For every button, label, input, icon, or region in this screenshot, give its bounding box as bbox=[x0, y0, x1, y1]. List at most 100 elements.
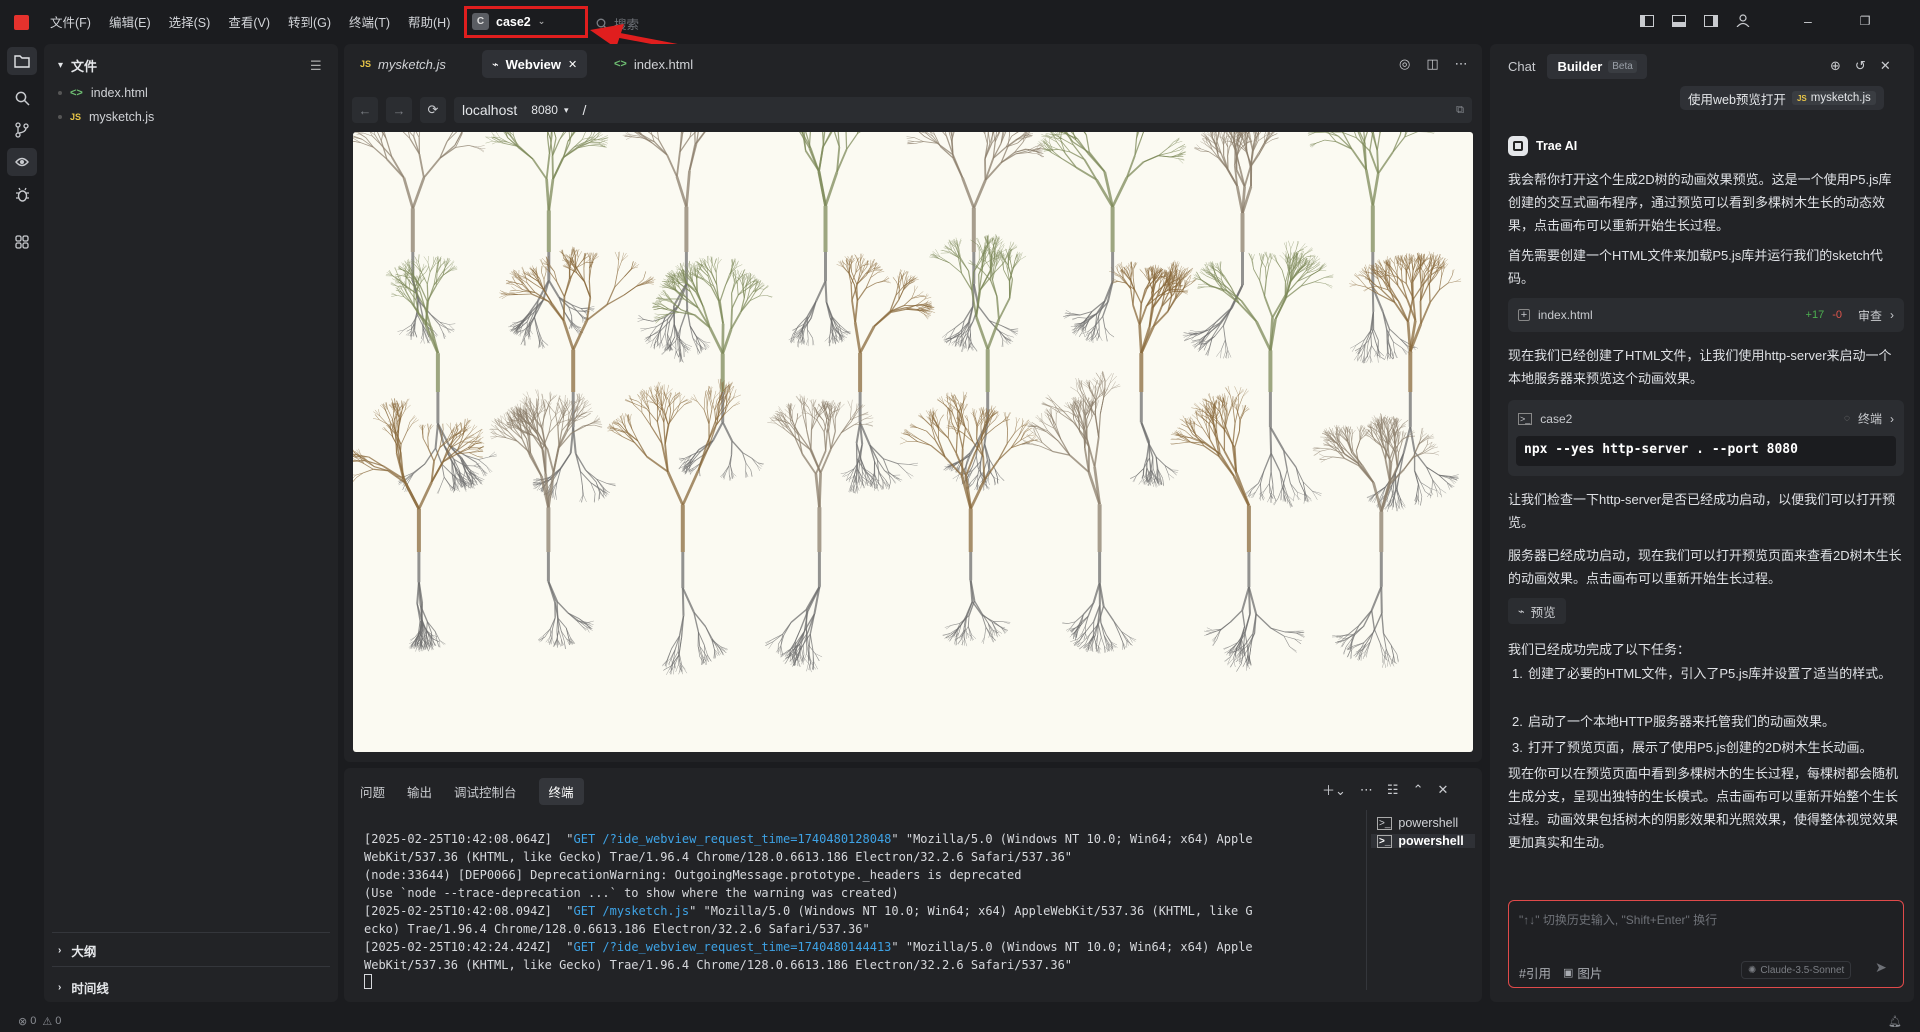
chevron-right-icon: › bbox=[1890, 308, 1894, 322]
chevron-right-icon: › bbox=[58, 982, 62, 993]
tab-problems[interactable]: 问题 bbox=[360, 782, 385, 801]
preview-button[interactable]: ⌁ 预览 bbox=[1508, 598, 1566, 624]
terminal-panel: 问题 输出 调试控制台 终端 ＋⌄ ⋯ ☷ ⌃ ✕ [2025-02-25T10… bbox=[344, 768, 1482, 1002]
new-chat-icon[interactable]: ⊕ bbox=[1830, 58, 1841, 74]
chat-input-box[interactable]: "↑↓" 切换历史输入, "Shift+Enter" 换行 #引用 ▣ 图片 ✺… bbox=[1508, 900, 1904, 988]
toggle-sidebar-icon[interactable] bbox=[1640, 14, 1654, 27]
panel-layout-icon[interactable]: ☷ bbox=[1387, 782, 1399, 798]
tab-terminal[interactable]: 终端 bbox=[538, 778, 584, 805]
restore-icon[interactable]: ❐ bbox=[1860, 14, 1871, 28]
terminal-item[interactable]: >_ powershell bbox=[1377, 816, 1458, 830]
terminal-line: WebKit/537.36 (KHTML, like Gecko) Trae/1… bbox=[364, 850, 1073, 864]
tab-output[interactable]: 输出 bbox=[407, 782, 432, 801]
user-message: 使用web预览打开 JS mysketch.js bbox=[1680, 86, 1884, 110]
more-icon[interactable]: ⋯ bbox=[1360, 782, 1373, 798]
reference-button[interactable]: #引用 bbox=[1519, 963, 1551, 982]
send-icon[interactable]: ➤ bbox=[1875, 959, 1887, 976]
js-file-icon: JS bbox=[1796, 93, 1807, 103]
ai-message-p3: 现在我们已经创建了HTML文件，让我们使用http-server来启动一个本地服… bbox=[1508, 348, 1892, 386]
tab-webview[interactable]: ⌁ Webview ✕ bbox=[482, 50, 588, 78]
close-chat-icon[interactable]: ✕ bbox=[1880, 58, 1891, 74]
close-panel-icon[interactable]: ✕ bbox=[1437, 782, 1448, 798]
terminal-item[interactable]: >_ powershell bbox=[1371, 834, 1475, 848]
chat-input-placeholder: "↑↓" 切换历史输入, "Shift+Enter" 换行 bbox=[1519, 913, 1718, 927]
tree-canvas-drawing bbox=[353, 132, 1462, 676]
model-select[interactable]: ✺ Claude-3.5-Sonnet bbox=[1741, 961, 1852, 979]
forward-icon[interactable]: → bbox=[386, 97, 412, 123]
minimize-icon[interactable]: – bbox=[1804, 13, 1812, 29]
menu-goto[interactable]: 转到(G) bbox=[288, 12, 331, 31]
status-bar: ⊗ 0 ⚠ 0 🔔︎ bbox=[0, 1010, 1920, 1032]
extensions-icon[interactable] bbox=[7, 228, 37, 256]
ai-message-p6: 我们已经成功完成了以下任务： bbox=[1508, 642, 1691, 657]
chat-panel: Chat Builder Beta ⊕ ↺ ✕ 使用web预览打开 JS mys… bbox=[1490, 44, 1914, 1002]
chevron-right-icon: › bbox=[58, 945, 62, 956]
menu-help[interactable]: 帮助(H) bbox=[408, 12, 450, 31]
reload-icon[interactable]: ⟳ bbox=[420, 97, 446, 123]
menu-edit[interactable]: 编辑(E) bbox=[109, 12, 151, 31]
maximize-panel-icon[interactable]: ⌃ bbox=[1413, 782, 1424, 798]
port-select[interactable]: 8080 ▾ bbox=[531, 103, 568, 117]
account-icon[interactable] bbox=[1736, 14, 1750, 27]
source-control-icon[interactable] bbox=[7, 116, 37, 144]
debug-icon[interactable] bbox=[7, 180, 37, 208]
notification-bell-icon[interactable]: 🔔︎ bbox=[1888, 1015, 1902, 1028]
error-icon: ⊗ bbox=[18, 1015, 28, 1028]
explorer-title: 文件 bbox=[71, 59, 98, 74]
review-button[interactable]: 审查 bbox=[1858, 307, 1882, 324]
toggle-panel-icon[interactable] bbox=[1672, 14, 1686, 27]
list-options-icon[interactable]: ☰ bbox=[310, 58, 322, 74]
compass-icon[interactable]: ◎ bbox=[1399, 56, 1410, 72]
js-file-icon: JS bbox=[70, 112, 82, 122]
toggle-aux-bar-icon[interactable] bbox=[1704, 14, 1718, 27]
split-editor-icon[interactable]: ◫ bbox=[1426, 56, 1438, 72]
more-icon[interactable]: ⋯ bbox=[1455, 56, 1468, 72]
menu-view[interactable]: 查看(V) bbox=[228, 12, 270, 31]
history-icon[interactable]: ↺ bbox=[1855, 58, 1866, 74]
menu-file[interactable]: 文件(F) bbox=[50, 12, 91, 31]
terminal-line: (Use `node --trace-deprecation ...` to s… bbox=[364, 886, 899, 900]
html-file-icon: <> bbox=[614, 58, 627, 70]
open-terminal-button[interactable]: 终端 bbox=[1858, 410, 1882, 427]
url-host: localhost bbox=[462, 102, 518, 118]
menu-bar: 文件(F) 编辑(E) 选择(S) 查看(V) 转到(G) 终端(T) 帮助(H… bbox=[50, 12, 450, 31]
outline-section[interactable]: › 大纲 bbox=[58, 941, 96, 960]
url-input[interactable]: localhost 8080 ▾ / ⧉ bbox=[454, 97, 1472, 123]
tab-debug-console[interactable]: 调试控制台 bbox=[454, 782, 517, 801]
add-terminal-icon[interactable]: ＋⌄ bbox=[1322, 780, 1346, 799]
file-change-card[interactable]: + index.html +17 -0 审查 › bbox=[1508, 298, 1904, 332]
explorer-icon[interactable] bbox=[7, 47, 37, 75]
file-item-index-html[interactable]: <> index.html bbox=[58, 86, 148, 100]
task-list-item: 2. 启动了一个本地HTTP服务器来托管我们的动画效果。 bbox=[1512, 714, 1835, 729]
menu-terminal[interactable]: 终端(T) bbox=[349, 12, 390, 31]
tab-builder[interactable]: Builder Beta bbox=[1547, 54, 1647, 79]
terminal-line: ecko) Trae/1.96.4 Chrome/128.0.6613.186 … bbox=[364, 922, 870, 936]
editor-area: JS mysketch.js ⌁ Webview ✕ <> index.html… bbox=[344, 44, 1482, 762]
file-item-mysketch-js[interactable]: JS mysketch.js bbox=[58, 110, 154, 124]
terminal-output[interactable]: [2025-02-25T10:42:08.064Z] "GET /?ide_we… bbox=[364, 830, 1364, 989]
menu-selection[interactable]: 选择(S) bbox=[169, 12, 211, 31]
tab-chat[interactable]: Chat bbox=[1508, 59, 1535, 74]
file-chip[interactable]: JS mysketch.js bbox=[1791, 91, 1876, 105]
tab-mysketch-js[interactable]: JS mysketch.js bbox=[350, 50, 456, 78]
app-logo bbox=[14, 15, 29, 30]
remote-icon[interactable] bbox=[7, 148, 37, 176]
project-name: case2 bbox=[496, 14, 531, 29]
project-switcher[interactable]: C case2 ⌄ bbox=[464, 6, 588, 38]
tab-index-html[interactable]: <> index.html bbox=[604, 50, 703, 78]
ai-header: Trae AI bbox=[1508, 136, 1577, 156]
command-card: >_ case2 ◌ 终端 › npx --yes http-server . … bbox=[1508, 400, 1904, 476]
timeline-section[interactable]: › 时间线 bbox=[58, 978, 109, 997]
problems-indicator[interactable]: ⊗ 0 ⚠ 0 bbox=[18, 1015, 61, 1028]
file-add-icon: + bbox=[1518, 309, 1530, 321]
explorer-header[interactable]: ▾ 文件 bbox=[58, 56, 97, 75]
terminal-actions: ＋⌄ ⋯ ☷ ⌃ ✕ bbox=[1322, 780, 1448, 799]
back-icon[interactable]: ← bbox=[352, 97, 378, 123]
image-button[interactable]: ▣ 图片 bbox=[1563, 963, 1602, 982]
webview-canvas[interactable] bbox=[353, 132, 1473, 752]
open-external-icon[interactable]: ⧉ bbox=[1456, 104, 1464, 117]
search-icon[interactable] bbox=[7, 84, 37, 112]
close-tab-icon[interactable]: ✕ bbox=[568, 58, 577, 71]
file-name: mysketch.js bbox=[89, 110, 155, 124]
chat-actions: ⊕ ↺ ✕ bbox=[1830, 58, 1891, 74]
